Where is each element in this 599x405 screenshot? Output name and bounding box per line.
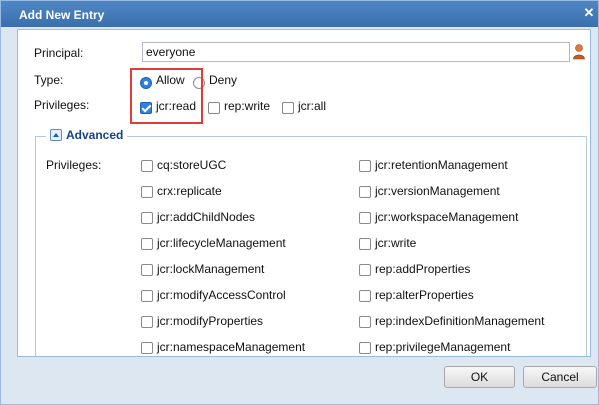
add-entry-dialog: Add New Entry ✕ Principal: Type: Allow D…: [0, 0, 599, 405]
rep-write-checkbox[interactable]: [208, 102, 220, 114]
privilege-checkbox[interactable]: [359, 342, 371, 354]
privilege-checkbox[interactable]: [141, 290, 153, 302]
privilege-label[interactable]: rep:alterProperties: [375, 288, 474, 302]
privilege-label[interactable]: cq:storeUGC: [157, 158, 226, 172]
privilege-checkbox[interactable]: [141, 342, 153, 354]
privilege-label[interactable]: crx:replicate: [157, 184, 222, 198]
close-icon[interactable]: ✕: [582, 6, 596, 20]
privilege-label[interactable]: jcr:modifyProperties: [157, 314, 263, 328]
privilege-label[interactable]: jcr:retentionManagement: [375, 158, 508, 172]
privilege-checkbox[interactable]: [141, 160, 153, 172]
type-label: Type:: [34, 73, 64, 87]
privilege-checkbox[interactable]: [359, 212, 371, 224]
highlight-box: [130, 68, 203, 124]
privilege-checkbox[interactable]: [359, 186, 371, 198]
privilege-checkbox[interactable]: [359, 316, 371, 328]
privilege-checkbox[interactable]: [141, 212, 153, 224]
privilege-label[interactable]: jcr:versionManagement: [375, 184, 500, 198]
privilege-label[interactable]: jcr:modifyAccessControl: [157, 288, 286, 302]
dialog-title: Add New Entry: [19, 8, 105, 22]
principal-label: Principal:: [34, 46, 84, 60]
privilege-checkbox[interactable]: [359, 264, 371, 276]
privilege-label[interactable]: rep:privilegeManagement: [375, 340, 510, 354]
dialog-body: Principal: Type: Allow Deny Privileges: …: [17, 29, 591, 357]
jcr-all-checkbox[interactable]: [282, 102, 294, 114]
privilege-checkbox[interactable]: [359, 238, 371, 250]
privilege-label[interactable]: rep:addProperties: [375, 262, 470, 276]
privilege-checkbox[interactable]: [359, 160, 371, 172]
privilege-checkbox[interactable]: [141, 186, 153, 198]
dialog-title-bar[interactable]: Add New Entry ✕: [1, 1, 598, 27]
privilege-label[interactable]: jcr:lifecycleManagement: [157, 236, 286, 250]
advanced-toggle[interactable]: Advanced: [46, 128, 128, 142]
privilege-label[interactable]: rep:indexDefinitionManagement: [375, 314, 544, 328]
ok-button[interactable]: OK: [444, 366, 515, 388]
privileges-label: Privileges:: [34, 98, 90, 112]
privilege-checkbox[interactable]: [141, 238, 153, 250]
advanced-legend[interactable]: Advanced: [66, 128, 123, 142]
user-icon[interactable]: [573, 44, 585, 60]
privilege-checkbox[interactable]: [141, 316, 153, 328]
privilege-checkbox[interactable]: [141, 264, 153, 276]
privilege-label[interactable]: jcr:namespaceManagement: [157, 340, 305, 354]
advanced-privileges-label: Privileges:: [46, 158, 102, 172]
privilege-label[interactable]: jcr:addChildNodes: [157, 210, 255, 224]
privilege-label[interactable]: jcr:lockManagement: [157, 262, 264, 276]
rep-write-label[interactable]: rep:write: [224, 99, 270, 113]
cancel-button[interactable]: Cancel: [523, 366, 597, 388]
deny-label[interactable]: Deny: [209, 73, 237, 87]
privilege-label[interactable]: jcr:write: [375, 236, 416, 250]
privilege-label[interactable]: jcr:workspaceManagement: [375, 210, 518, 224]
collapse-icon[interactable]: [50, 129, 62, 141]
principal-input[interactable]: [142, 42, 570, 62]
jcr-all-label[interactable]: jcr:all: [298, 99, 326, 113]
privilege-checkbox[interactable]: [359, 290, 371, 302]
